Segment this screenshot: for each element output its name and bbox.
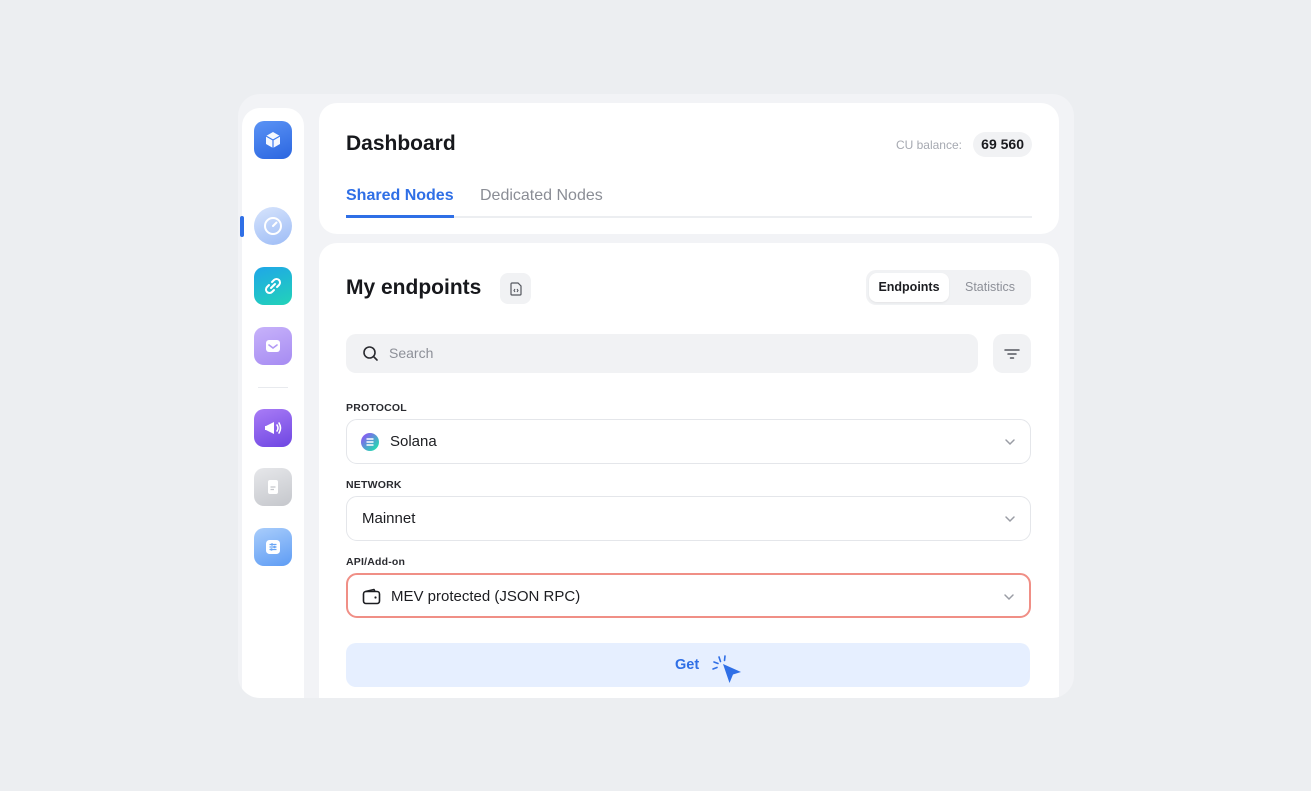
get-button[interactable]: Get xyxy=(346,643,1030,687)
api-value: MEV protected (JSON RPC) xyxy=(391,588,581,605)
network-value: Mainnet xyxy=(362,510,416,527)
view-switcher: Endpoints Statistics xyxy=(866,270,1031,305)
code-doc-button[interactable] xyxy=(500,273,531,304)
search-placeholder: Search xyxy=(389,345,434,361)
api-select[interactable]: MEV protected (JSON RPC) xyxy=(346,573,1031,618)
search-input[interactable]: Search xyxy=(346,334,978,373)
page-title: Dashboard xyxy=(346,132,456,155)
tab-dedicated-nodes[interactable]: Dedicated Nodes xyxy=(480,186,603,218)
protocol-value: Solana xyxy=(390,433,437,450)
tab-shared-nodes[interactable]: Shared Nodes xyxy=(346,186,454,218)
sidebar-item-inbox[interactable] xyxy=(254,327,292,365)
app-logo-icon[interactable] xyxy=(254,121,292,159)
api-label: API/Add-on xyxy=(346,556,406,568)
network-label: NETWORK xyxy=(346,479,402,491)
chevron-down-icon xyxy=(1005,516,1015,523)
gauge-icon xyxy=(264,217,282,235)
sidebar-item-docs[interactable] xyxy=(254,468,292,506)
header-card: Dashboard CU balance: 69 560 Shared Node… xyxy=(319,103,1059,234)
sliders-icon xyxy=(266,540,280,554)
sidebar-item-announcements[interactable] xyxy=(254,409,292,447)
segment-endpoints[interactable]: Endpoints xyxy=(869,273,949,302)
search-icon xyxy=(363,346,378,361)
cu-balance-label: CU balance: xyxy=(895,138,962,152)
document-icon xyxy=(268,480,278,494)
section-title: My endpoints xyxy=(346,276,482,299)
inbox-icon xyxy=(266,340,280,352)
protocol-select[interactable]: Solana xyxy=(346,419,1031,464)
protocol-label: PROTOCOL xyxy=(346,402,407,414)
click-cursor-icon xyxy=(712,655,741,683)
segment-statistics[interactable]: Statistics xyxy=(952,273,1028,302)
link-icon xyxy=(264,277,282,295)
sidebar-item-dashboard[interactable] xyxy=(254,207,292,245)
get-button-label: Get xyxy=(675,657,700,673)
solana-icon xyxy=(361,433,379,451)
network-select[interactable]: Mainnet xyxy=(346,496,1031,541)
sidebar-item-endpoints[interactable] xyxy=(254,267,292,305)
cu-balance-value: 69 560 xyxy=(973,132,1032,157)
chevron-down-icon xyxy=(1004,594,1014,601)
filter-button[interactable] xyxy=(993,334,1031,373)
filter-icon xyxy=(1004,348,1020,359)
endpoints-card: My endpoints Endpoints Statistics Search… xyxy=(319,243,1059,698)
sidebar-divider xyxy=(258,387,288,388)
app-window: Dashboard CU balance: 69 560 Shared Node… xyxy=(238,94,1074,698)
chevron-down-icon xyxy=(1005,439,1015,446)
code-file-icon xyxy=(509,281,522,296)
sidebar-item-settings[interactable] xyxy=(254,528,292,566)
node-tabs: Shared Nodes Dedicated Nodes xyxy=(346,186,1032,218)
megaphone-icon xyxy=(265,422,282,434)
active-indicator xyxy=(240,216,244,237)
wallet-icon xyxy=(362,588,381,605)
sidebar xyxy=(240,108,304,698)
